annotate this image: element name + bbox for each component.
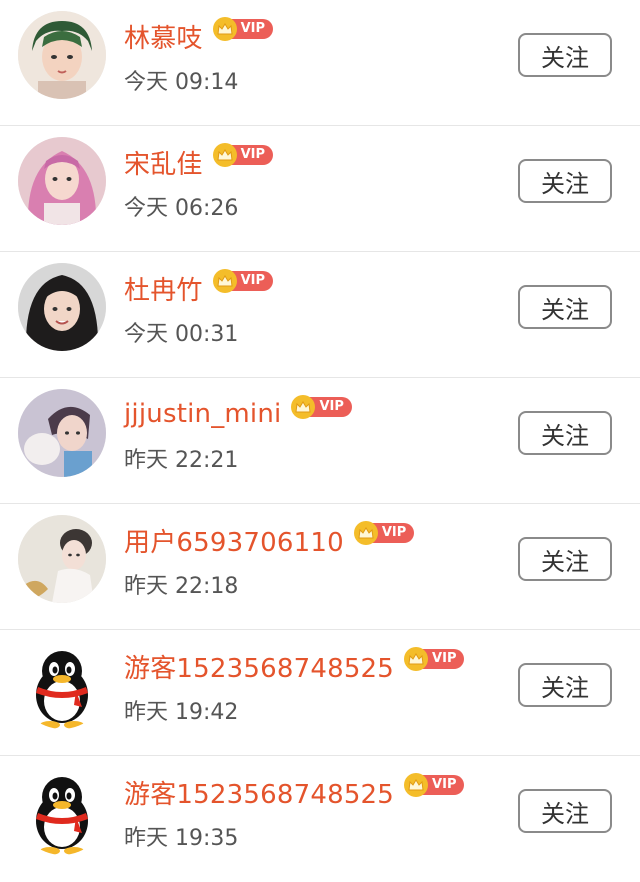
vip-badge: VIP	[212, 143, 274, 167]
crown-icon	[212, 17, 237, 41]
list-item[interactable]: 用户6593706110 VIP 昨天 22:18 关注	[0, 504, 640, 630]
avatar-photo-icon	[18, 515, 106, 603]
follow-button[interactable]: 关注	[518, 411, 612, 455]
user-name[interactable]: 杜冉竹	[124, 270, 203, 307]
timestamp: 昨天 19:42	[124, 700, 239, 725]
vip-badge: VIP	[291, 395, 352, 419]
follow-button[interactable]: 关注	[518, 33, 612, 77]
follow-button[interactable]: 关注	[518, 537, 612, 581]
user-name[interactable]: jjjustin_mini	[124, 399, 281, 429]
timestamp: 今天 06:26	[124, 196, 239, 221]
name-line: 宋乱佳 VIP	[124, 142, 274, 182]
name-line: 游客1523568748525 VIP	[124, 646, 465, 686]
user-name[interactable]: 用户6593706110	[124, 522, 344, 559]
avatar[interactable]	[18, 515, 106, 603]
crown-icon	[212, 269, 237, 293]
follow-button[interactable]: 关注	[518, 789, 612, 833]
crown-icon	[404, 773, 429, 797]
avatar[interactable]	[18, 767, 106, 855]
avatar[interactable]	[18, 263, 106, 351]
timestamp: 今天 09:14	[124, 70, 239, 95]
list-item[interactable]: 宋乱佳 VIP 今天 06:26 关注	[0, 126, 640, 252]
user-name[interactable]: 林慕吱	[124, 18, 203, 55]
name-line: 游客1523568748525 VIP	[124, 772, 465, 812]
vip-badge: VIP	[212, 17, 274, 41]
vip-badge: VIP	[404, 647, 465, 671]
list-item[interactable]: 杜冉竹 VIP 今天 00:31 关注	[0, 252, 640, 378]
name-line: 用户6593706110 VIP	[124, 520, 415, 560]
vip-badge: VIP	[212, 269, 274, 293]
vip-badge: VIP	[404, 773, 465, 797]
list-item[interactable]: 游客1523568748525 VIP 昨天 19:35 关注	[0, 756, 640, 882]
follow-button[interactable]: 关注	[518, 663, 612, 707]
list-item[interactable]: 林慕吱 VIP 今天 09:14 关注	[0, 0, 640, 126]
user-list: 林慕吱 VIP 今天 09:14 关注 宋乱佳 VIP 今天 06:26 关注 …	[0, 0, 640, 870]
follow-button[interactable]: 关注	[518, 159, 612, 203]
qq-penguin-icon	[18, 641, 106, 729]
list-item[interactable]: jjjustin_mini VIP 昨天 22:21 关注	[0, 378, 640, 504]
name-line: 林慕吱 VIP	[124, 16, 274, 56]
follow-button[interactable]: 关注	[518, 285, 612, 329]
qq-penguin-icon	[18, 767, 106, 855]
user-name[interactable]: 游客1523568748525	[124, 648, 394, 685]
avatar-photo-icon	[18, 11, 106, 99]
avatar-photo-icon	[18, 137, 106, 225]
timestamp: 今天 00:31	[124, 322, 239, 347]
user-name[interactable]: 宋乱佳	[124, 144, 203, 181]
crown-icon	[404, 647, 429, 671]
avatar[interactable]	[18, 641, 106, 729]
user-name[interactable]: 游客1523568748525	[124, 774, 394, 811]
name-line: 杜冉竹 VIP	[124, 268, 274, 308]
vip-badge: VIP	[353, 521, 415, 545]
avatar[interactable]	[18, 137, 106, 225]
crown-icon	[353, 521, 378, 545]
timestamp: 昨天 22:18	[124, 574, 239, 599]
avatar[interactable]	[18, 11, 106, 99]
crown-icon	[212, 143, 237, 167]
avatar-photo-icon	[18, 263, 106, 351]
list-item[interactable]: 游客1523568748525 VIP 昨天 19:42 关注	[0, 630, 640, 756]
name-line: jjjustin_mini VIP	[124, 394, 352, 434]
timestamp: 昨天 22:21	[124, 448, 239, 473]
avatar-photo-icon	[18, 389, 106, 477]
timestamp: 昨天 19:35	[124, 826, 239, 851]
avatar[interactable]	[18, 389, 106, 477]
